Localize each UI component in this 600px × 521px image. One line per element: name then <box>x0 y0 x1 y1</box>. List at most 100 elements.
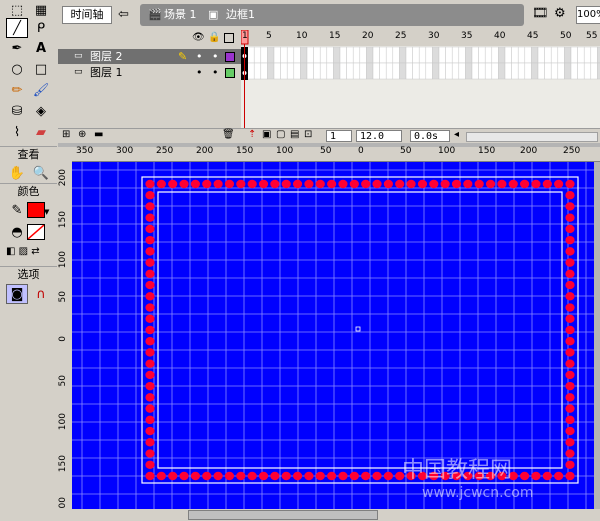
layer-color-box[interactable] <box>225 52 235 62</box>
stage-area: 350 300 250 200 150 100 50 0 50 100 150 … <box>58 143 600 521</box>
stroke-color-icon[interactable]: ✎ <box>6 200 28 220</box>
timeline-toggle-button[interactable]: 时间轴 <box>62 6 112 24</box>
bead <box>292 471 303 481</box>
line-tool-icon[interactable]: ╱ <box>6 18 28 38</box>
scroll-left-icon[interactable]: ◂ <box>454 129 459 140</box>
layer-icon: ▭ <box>74 51 83 61</box>
pen-icon[interactable]: ✒ <box>6 38 28 58</box>
layer-color-box[interactable] <box>225 68 235 78</box>
bead <box>361 179 371 189</box>
fill-color-icon[interactable]: ◓ <box>6 222 28 242</box>
bead <box>395 179 405 189</box>
ruler-label: 0 <box>58 336 68 342</box>
bead <box>497 179 507 189</box>
motion-guide-icon[interactable]: ⊕ <box>78 129 86 140</box>
bead <box>281 471 291 481</box>
back-arrow-icon[interactable]: ⇦ <box>118 7 129 22</box>
layer-name[interactable]: 图层 2 <box>90 49 123 64</box>
brush-icon[interactable]: 🖌 <box>30 80 52 100</box>
bead <box>156 471 166 481</box>
bead <box>145 269 155 279</box>
frames-area[interactable]: 1 5 10 15 20 25 30 35 40 45 50 55 <box>240 29 600 128</box>
ink-bottle-icon[interactable]: ⛁ <box>6 101 28 121</box>
ruler-label: 300 <box>116 146 134 156</box>
onion-markers-icon[interactable]: ⊡ <box>304 129 312 140</box>
transform-icon[interactable]: ▦ <box>30 0 52 20</box>
rectangle-icon[interactable]: □ <box>30 59 52 79</box>
bead <box>327 179 337 189</box>
watermark-title: 中国教程网 <box>402 458 512 483</box>
object-drawing-icon[interactable]: ◙ <box>6 284 28 304</box>
stage-hscrollbar[interactable] <box>58 509 600 521</box>
edit-scene-icon[interactable]: 🎞 <box>532 6 549 21</box>
ruler-label: 50 <box>58 291 68 303</box>
hand-icon[interactable]: ✋ <box>6 163 28 183</box>
stage-canvas[interactable]: 中国教程网 www.jcwcn.com <box>72 162 594 509</box>
scroll-thumb[interactable] <box>188 510 378 520</box>
frame-rate[interactable]: 12.0 fps <box>356 130 402 154</box>
scene-icon: 🎬 <box>148 8 162 21</box>
lock-dot[interactable]: • <box>212 65 219 80</box>
text-tool-icon[interactable]: A <box>30 38 52 58</box>
layer-row[interactable]: ▭ 图层 1 • • <box>58 65 241 80</box>
scene-crumb[interactable]: 场景 1 <box>164 8 197 22</box>
swatch-dropdown-icon[interactable]: ▼ <box>44 208 49 216</box>
paint-bucket-icon[interactable]: ◈ <box>30 101 52 121</box>
symbol-crumb[interactable]: 边框1 <box>226 8 255 22</box>
layer-name[interactable]: 图层 1 <box>90 65 123 80</box>
snap-magnet-icon[interactable]: ∩ <box>30 284 52 304</box>
bead <box>190 471 201 481</box>
insert-folder-icon[interactable]: ▬ <box>94 129 103 140</box>
elapsed-time: 0.0s <box>410 130 450 142</box>
bead <box>281 179 291 189</box>
lasso-icon[interactable]: ᑭ <box>30 18 52 38</box>
oval-icon[interactable]: ○ <box>6 59 28 79</box>
visible-dot[interactable]: • <box>196 49 203 64</box>
lock-dot[interactable]: • <box>212 49 219 64</box>
bead <box>145 370 155 380</box>
symbol-icon: ▣ <box>208 8 219 21</box>
layer-row[interactable]: ▭ 图层 2 ✎ • • <box>58 49 241 64</box>
edit-symbols-icon[interactable]: ⚙ <box>554 6 566 21</box>
colors-section-label: 颜色 <box>0 183 57 200</box>
lock-icon[interactable]: 🔒 <box>208 32 220 43</box>
zoom-icon[interactable]: 🔍 <box>30 163 52 183</box>
bead <box>145 303 155 312</box>
bead <box>565 179 575 189</box>
bead <box>565 213 575 222</box>
onion-skin-icon[interactable]: ▣ <box>262 129 271 140</box>
bead <box>315 179 325 189</box>
bead <box>554 179 564 189</box>
bead <box>145 179 155 189</box>
bead <box>383 471 393 481</box>
edit-multiple-icon[interactable]: ▤ <box>290 129 299 140</box>
bead <box>145 404 155 413</box>
eyedropper-icon[interactable]: ⌇ <box>6 122 28 142</box>
eraser-icon[interactable]: ▰ <box>30 122 52 142</box>
timeline-status-bar: ⊞ ⊕ ▬ 🗑 ⇡ ▣ ▢ ▤ ⊡ 1 12.0 fps 0.0s ◂ <box>58 128 600 154</box>
subselect-icon[interactable]: ⬚ <box>6 0 28 20</box>
bead <box>383 179 393 189</box>
timeline-hscrollbar[interactable] <box>466 132 598 142</box>
frame-number: 55 <box>586 31 598 41</box>
stroke-color-swatch[interactable] <box>27 202 45 218</box>
zoom-field[interactable]: 100% <box>576 6 600 24</box>
bead <box>236 471 246 481</box>
trash-icon[interactable]: 🗑 <box>222 129 235 140</box>
eye-icon[interactable]: 👁 <box>192 32 205 43</box>
ruler-label: 100 <box>58 413 68 431</box>
bead <box>565 269 575 279</box>
pencil-icon[interactable]: ✏ <box>6 80 28 100</box>
fill-color-swatch[interactable] <box>27 224 45 240</box>
bead <box>145 325 155 335</box>
frame-number: 20 <box>362 31 374 41</box>
onion-outline-icon[interactable]: ▢ <box>276 129 285 140</box>
frame-number: 10 <box>296 31 308 41</box>
visible-dot[interactable]: • <box>196 65 203 80</box>
center-frame-icon[interactable]: ⇡ <box>248 129 256 140</box>
outline-icon[interactable] <box>224 33 234 43</box>
insert-layer-icon[interactable]: ⊞ <box>62 129 70 140</box>
pencil-edit-icon: ✎ <box>178 50 188 63</box>
color-options-icons[interactable]: ◧ ▨ ⇄ <box>6 246 40 257</box>
bead <box>156 179 166 189</box>
